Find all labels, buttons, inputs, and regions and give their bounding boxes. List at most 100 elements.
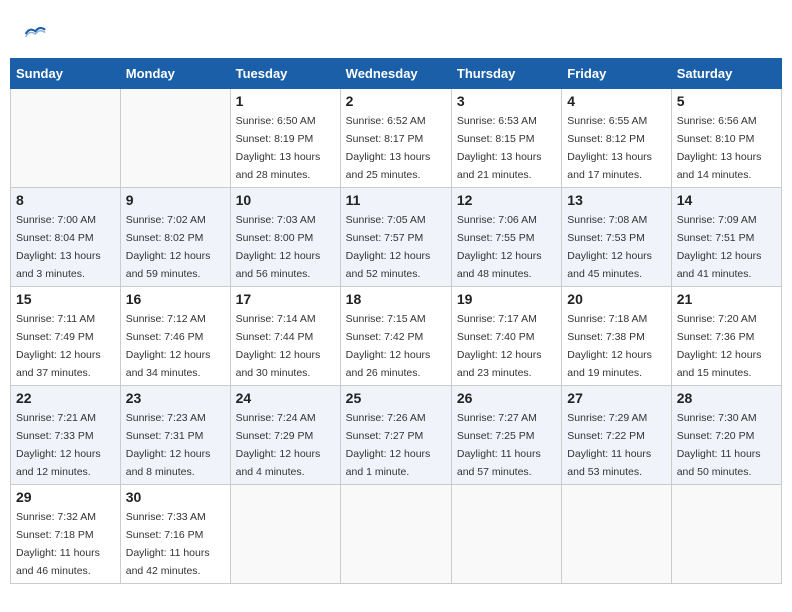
- logo: [20, 20, 52, 48]
- table-row: 1 Sunrise: 6:50 AMSunset: 8:19 PMDaylight…: [230, 89, 340, 188]
- table-row: [671, 485, 781, 584]
- day-info: Sunrise: 7:20 AMSunset: 7:36 PMDaylight:…: [677, 313, 762, 379]
- table-row: 9 Sunrise: 7:02 AMSunset: 8:02 PMDaylight…: [120, 188, 230, 287]
- day-info: Sunrise: 7:24 AMSunset: 7:29 PMDaylight:…: [236, 412, 321, 478]
- day-number: 2: [346, 93, 446, 109]
- day-number: 17: [236, 291, 335, 307]
- day-info: Sunrise: 7:03 AMSunset: 8:00 PMDaylight:…: [236, 214, 321, 280]
- col-thursday: Thursday: [451, 59, 561, 89]
- table-row: 14 Sunrise: 7:09 AMSunset: 7:51 PMDayligh…: [671, 188, 781, 287]
- day-number: 3: [457, 93, 556, 109]
- day-info: Sunrise: 7:27 AMSunset: 7:25 PMDaylight:…: [457, 412, 541, 478]
- table-row: 27 Sunrise: 7:29 AMSunset: 7:22 PMDayligh…: [562, 386, 671, 485]
- day-info: Sunrise: 7:00 AMSunset: 8:04 PMDaylight:…: [16, 214, 101, 280]
- table-row: 16 Sunrise: 7:12 AMSunset: 7:46 PMDayligh…: [120, 287, 230, 386]
- table-row: 28 Sunrise: 7:30 AMSunset: 7:20 PMDayligh…: [671, 386, 781, 485]
- day-info: Sunrise: 6:52 AMSunset: 8:17 PMDaylight:…: [346, 115, 431, 181]
- day-number: 24: [236, 390, 335, 406]
- day-info: Sunrise: 7:06 AMSunset: 7:55 PMDaylight:…: [457, 214, 542, 280]
- day-info: Sunrise: 7:14 AMSunset: 7:44 PMDaylight:…: [236, 313, 321, 379]
- page-header: [10, 10, 782, 53]
- day-info: Sunrise: 7:23 AMSunset: 7:31 PMDaylight:…: [126, 412, 211, 478]
- table-row: [340, 485, 451, 584]
- table-row: 17 Sunrise: 7:14 AMSunset: 7:44 PMDayligh…: [230, 287, 340, 386]
- day-number: 28: [677, 390, 776, 406]
- table-row: 15 Sunrise: 7:11 AMSunset: 7:49 PMDayligh…: [11, 287, 121, 386]
- col-wednesday: Wednesday: [340, 59, 451, 89]
- table-row: 8 Sunrise: 7:00 AMSunset: 8:04 PMDaylight…: [11, 188, 121, 287]
- day-info: Sunrise: 7:11 AMSunset: 7:49 PMDaylight:…: [16, 313, 101, 379]
- table-row: 4 Sunrise: 6:55 AMSunset: 8:12 PMDaylight…: [562, 89, 671, 188]
- day-info: Sunrise: 6:55 AMSunset: 8:12 PMDaylight:…: [567, 115, 652, 181]
- day-info: Sunrise: 7:15 AMSunset: 7:42 PMDaylight:…: [346, 313, 431, 379]
- day-number: 12: [457, 192, 556, 208]
- table-row: [230, 485, 340, 584]
- day-number: 22: [16, 390, 115, 406]
- col-monday: Monday: [120, 59, 230, 89]
- day-number: 5: [677, 93, 776, 109]
- day-info: Sunrise: 7:17 AMSunset: 7:40 PMDaylight:…: [457, 313, 542, 379]
- day-info: Sunrise: 7:33 AMSunset: 7:16 PMDaylight:…: [126, 511, 210, 577]
- table-row: [562, 485, 671, 584]
- day-number: 23: [126, 390, 225, 406]
- table-row: 26 Sunrise: 7:27 AMSunset: 7:25 PMDayligh…: [451, 386, 561, 485]
- day-info: Sunrise: 7:26 AMSunset: 7:27 PMDaylight:…: [346, 412, 431, 478]
- day-number: 19: [457, 291, 556, 307]
- day-number: 20: [567, 291, 665, 307]
- day-info: Sunrise: 7:02 AMSunset: 8:02 PMDaylight:…: [126, 214, 211, 280]
- table-row: 25 Sunrise: 7:26 AMSunset: 7:27 PMDayligh…: [340, 386, 451, 485]
- logo-icon: [20, 20, 48, 48]
- col-friday: Friday: [562, 59, 671, 89]
- table-row: 24 Sunrise: 7:24 AMSunset: 7:29 PMDayligh…: [230, 386, 340, 485]
- col-sunday: Sunday: [11, 59, 121, 89]
- day-number: 27: [567, 390, 665, 406]
- table-row: 21 Sunrise: 7:20 AMSunset: 7:36 PMDayligh…: [671, 287, 781, 386]
- day-number: 26: [457, 390, 556, 406]
- day-number: 11: [346, 192, 446, 208]
- table-row: [120, 89, 230, 188]
- table-row: 23 Sunrise: 7:23 AMSunset: 7:31 PMDayligh…: [120, 386, 230, 485]
- day-info: Sunrise: 7:09 AMSunset: 7:51 PMDaylight:…: [677, 214, 762, 280]
- day-number: 14: [677, 192, 776, 208]
- col-tuesday: Tuesday: [230, 59, 340, 89]
- day-number: 16: [126, 291, 225, 307]
- day-number: 13: [567, 192, 665, 208]
- day-number: 21: [677, 291, 776, 307]
- table-row: 13 Sunrise: 7:08 AMSunset: 7:53 PMDayligh…: [562, 188, 671, 287]
- table-row: 5 Sunrise: 6:56 AMSunset: 8:10 PMDaylight…: [671, 89, 781, 188]
- day-info: Sunrise: 6:53 AMSunset: 8:15 PMDaylight:…: [457, 115, 542, 181]
- day-info: Sunrise: 7:32 AMSunset: 7:18 PMDaylight:…: [16, 511, 100, 577]
- day-info: Sunrise: 7:30 AMSunset: 7:20 PMDaylight:…: [677, 412, 761, 478]
- day-number: 9: [126, 192, 225, 208]
- day-number: 25: [346, 390, 446, 406]
- table-row: 3 Sunrise: 6:53 AMSunset: 8:15 PMDaylight…: [451, 89, 561, 188]
- day-number: 4: [567, 93, 665, 109]
- day-info: Sunrise: 7:29 AMSunset: 7:22 PMDaylight:…: [567, 412, 651, 478]
- day-number: 10: [236, 192, 335, 208]
- table-row: 29Sunrise: 7:32 AMSunset: 7:18 PMDayligh…: [11, 485, 121, 584]
- table-row: 20 Sunrise: 7:18 AMSunset: 7:38 PMDayligh…: [562, 287, 671, 386]
- day-info: Sunrise: 7:21 AMSunset: 7:33 PMDaylight:…: [16, 412, 101, 478]
- day-info: Sunrise: 7:12 AMSunset: 7:46 PMDaylight:…: [126, 313, 211, 379]
- calendar-table: Sunday Monday Tuesday Wednesday Thursday…: [10, 58, 782, 584]
- col-saturday: Saturday: [671, 59, 781, 89]
- table-row: [451, 485, 561, 584]
- table-row: 11 Sunrise: 7:05 AMSunset: 7:57 PMDayligh…: [340, 188, 451, 287]
- day-info: Sunrise: 7:05 AMSunset: 7:57 PMDaylight:…: [346, 214, 431, 280]
- day-number: 8: [16, 192, 115, 208]
- table-row: 10 Sunrise: 7:03 AMSunset: 8:00 PMDayligh…: [230, 188, 340, 287]
- day-info: Sunrise: 7:18 AMSunset: 7:38 PMDaylight:…: [567, 313, 652, 379]
- day-number: 15: [16, 291, 115, 307]
- day-number: 1: [236, 93, 335, 109]
- table-row: [11, 89, 121, 188]
- table-row: 30 Sunrise: 7:33 AMSunset: 7:16 PMDayligh…: [120, 485, 230, 584]
- day-number: 30: [126, 489, 225, 505]
- day-info: Sunrise: 6:56 AMSunset: 8:10 PMDaylight:…: [677, 115, 762, 181]
- day-info: Sunrise: 6:50 AMSunset: 8:19 PMDaylight:…: [236, 115, 321, 181]
- table-row: 2 Sunrise: 6:52 AMSunset: 8:17 PMDaylight…: [340, 89, 451, 188]
- table-row: 12 Sunrise: 7:06 AMSunset: 7:55 PMDayligh…: [451, 188, 561, 287]
- table-row: 18 Sunrise: 7:15 AMSunset: 7:42 PMDayligh…: [340, 287, 451, 386]
- table-row: 22 Sunrise: 7:21 AMSunset: 7:33 PMDayligh…: [11, 386, 121, 485]
- day-number: 18: [346, 291, 446, 307]
- day-info: Sunrise: 7:08 AMSunset: 7:53 PMDaylight:…: [567, 214, 652, 280]
